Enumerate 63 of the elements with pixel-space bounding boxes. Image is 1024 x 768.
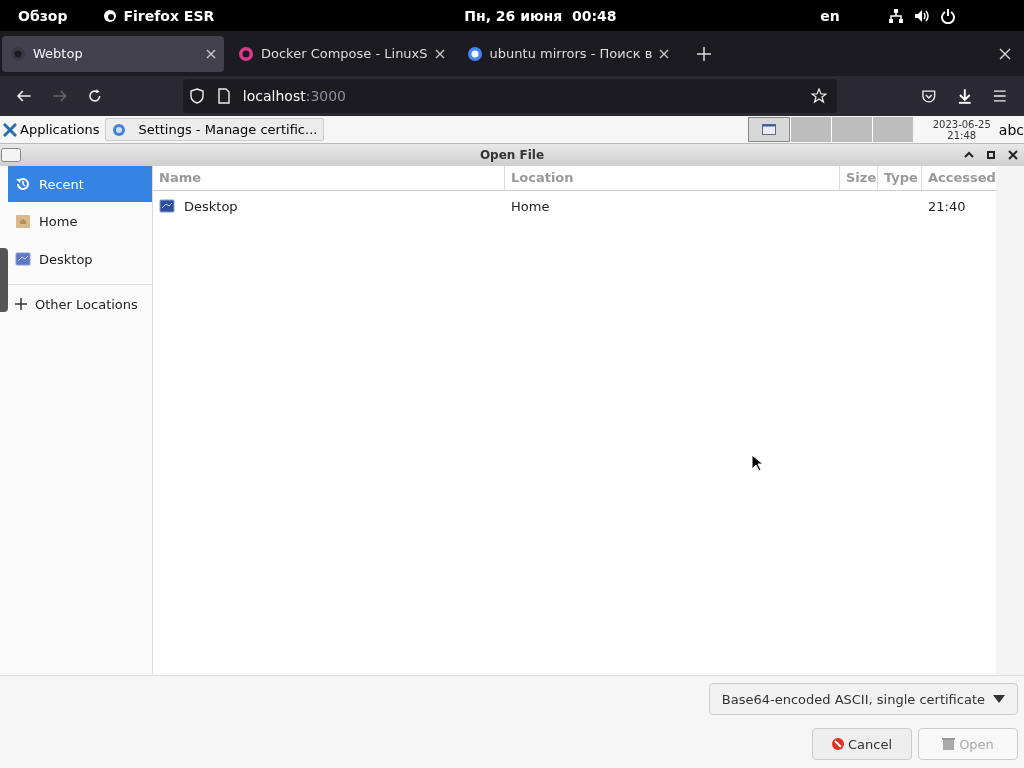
tab-title: Docker Compose - LinuxS (261, 46, 428, 61)
shield-icon[interactable] (188, 88, 205, 104)
taskbar-button[interactable]: Settings - Manage certific... (105, 118, 325, 141)
scrollbar-track[interactable] (996, 166, 1024, 675)
browser-tab[interactable]: Webtop (2, 35, 224, 72)
side-panel-handle[interactable] (0, 248, 8, 312)
app-menu[interactable]: Firefox ESR (103, 7, 215, 24)
document-icon (942, 737, 956, 751)
window-icon (761, 124, 776, 135)
close-icon[interactable] (1008, 150, 1018, 160)
applications-menu[interactable]: Applications (0, 122, 106, 137)
workspace-button[interactable] (747, 117, 790, 142)
file-name: Desktop (184, 198, 238, 214)
page-icon (216, 88, 231, 104)
reload-icon[interactable] (87, 88, 103, 104)
address-bar[interactable]: localhost:3000 (182, 79, 838, 113)
power-icon[interactable] (939, 7, 956, 24)
tab-title: Webtop (33, 46, 84, 61)
forward-icon[interactable] (51, 88, 68, 104)
tab-title: ubuntu mirrors - Поиск в (489, 46, 653, 61)
back-icon[interactable] (16, 88, 32, 104)
x-icon (3, 122, 17, 137)
shade-icon[interactable] (964, 150, 974, 160)
language-indicator[interactable]: en (820, 7, 840, 24)
network-icon[interactable] (887, 7, 904, 24)
site-icon (238, 45, 254, 62)
table-cell-text: Home (510, 198, 551, 214)
format-dropdown[interactable]: Base64-encoded ASCII, single certificate (708, 683, 1018, 715)
browser-tab[interactable]: Docker Compose - LinuxS (230, 35, 453, 72)
star-icon[interactable] (811, 88, 828, 104)
sidebar-item[interactable]: Home (8, 202, 152, 240)
panel-clock[interactable]: 2023-06-25 21:48 (932, 118, 991, 141)
home-folder-icon (15, 213, 31, 229)
app-icon (112, 122, 127, 137)
clock-time: 21:48 (947, 129, 977, 141)
dialog-title: Open File (478, 148, 546, 162)
overview-button[interactable]: Обзор (18, 7, 68, 24)
download-icon[interactable] (956, 88, 973, 104)
desktop-folder-icon (159, 198, 175, 214)
firefox-icon (103, 8, 118, 23)
keyboard-indicator[interactable]: abc (998, 121, 1024, 138)
caret-icon (993, 695, 1005, 703)
mouse-pointer-icon (751, 454, 763, 472)
site-icon (466, 45, 483, 62)
url-text: localhost:3000 (242, 88, 347, 104)
cancel-button[interactable]: Cancel (812, 728, 912, 760)
clock-date: 2023-06-25 (932, 118, 991, 130)
table-cell-text: 21:40 (927, 198, 967, 214)
browser-tab[interactable]: ubuntu mirrors - Поиск в (458, 35, 678, 72)
site-icon (10, 45, 26, 62)
desktop-folder-icon (15, 251, 31, 267)
maximize-icon[interactable] (986, 150, 996, 160)
plus-icon (15, 298, 27, 310)
menu-icon[interactable] (992, 88, 1008, 104)
history-icon (15, 176, 31, 192)
sidebar-item[interactable]: Desktop (8, 240, 152, 278)
new-tab-icon[interactable] (697, 46, 712, 61)
no-entry-icon (831, 738, 844, 750)
clock[interactable]: Пн, 26 июня 00:48 (464, 7, 765, 24)
sidebar-item[interactable]: Recent (8, 166, 152, 202)
window-menu-icon[interactable] (1, 148, 21, 162)
pocket-icon[interactable] (921, 88, 937, 104)
sidebar-item[interactable]: Other Locations (8, 285, 152, 323)
